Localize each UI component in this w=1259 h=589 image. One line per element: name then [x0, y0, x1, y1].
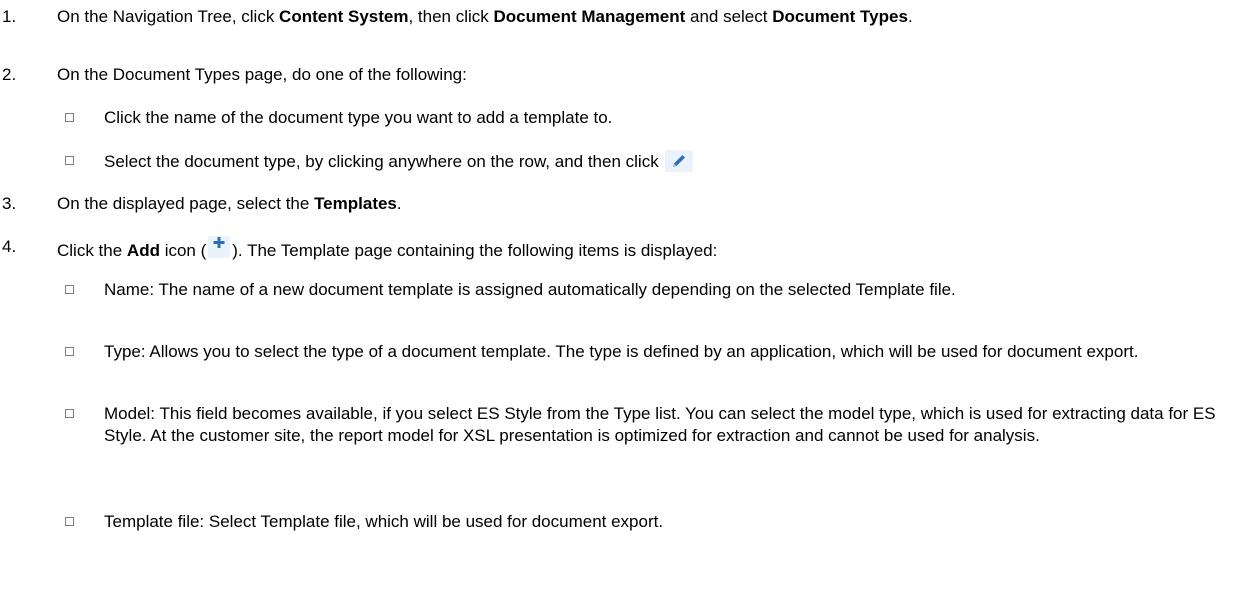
add-term: Add [126, 241, 160, 260]
checkbox-bullet-icon [65, 409, 74, 418]
plus-add-icon [208, 236, 231, 258]
bullet-text: Name: The name of a new document templat… [104, 280, 956, 299]
checkbox-bullet-icon [65, 156, 74, 165]
bullet-text: Model: This field becomes available, if … [104, 404, 1216, 445]
step-number: 1. [2, 7, 17, 26]
bullet-text: Click the name of the document type you … [104, 108, 613, 127]
pencil-edit-icon [664, 150, 693, 172]
step-text: Click the Add icon (). The Template page… [57, 236, 1237, 262]
step-text: On the Navigation Tree, click Content Sy… [57, 7, 913, 26]
step-text: On the displayed page, select the Templa… [57, 194, 402, 213]
content-system-term: Content System [279, 7, 409, 26]
checkbox-bullet-icon [65, 347, 74, 356]
bullet-text: Select the document type, by clicking an… [104, 150, 1256, 173]
document-management-term: Document Management [493, 7, 686, 26]
checkbox-bullet-icon [65, 517, 74, 526]
step-number: 4. [2, 237, 17, 256]
instruction-document: 1. On the Navigation Tree, click Content… [0, 0, 1259, 589]
step-number: 3. [2, 194, 17, 213]
templates-term: Templates [314, 194, 397, 213]
bullet-text: Template file: Select Template file, whi… [104, 512, 664, 531]
checkbox-bullet-icon [65, 113, 74, 122]
checkbox-bullet-icon [65, 285, 74, 294]
step-text: On the Document Types page, do one of th… [57, 65, 467, 84]
bullet-text: Type: Allows you to select the type of a… [104, 342, 1139, 361]
step-number: 2. [2, 65, 17, 84]
document-types-term: Document Types [772, 7, 908, 26]
